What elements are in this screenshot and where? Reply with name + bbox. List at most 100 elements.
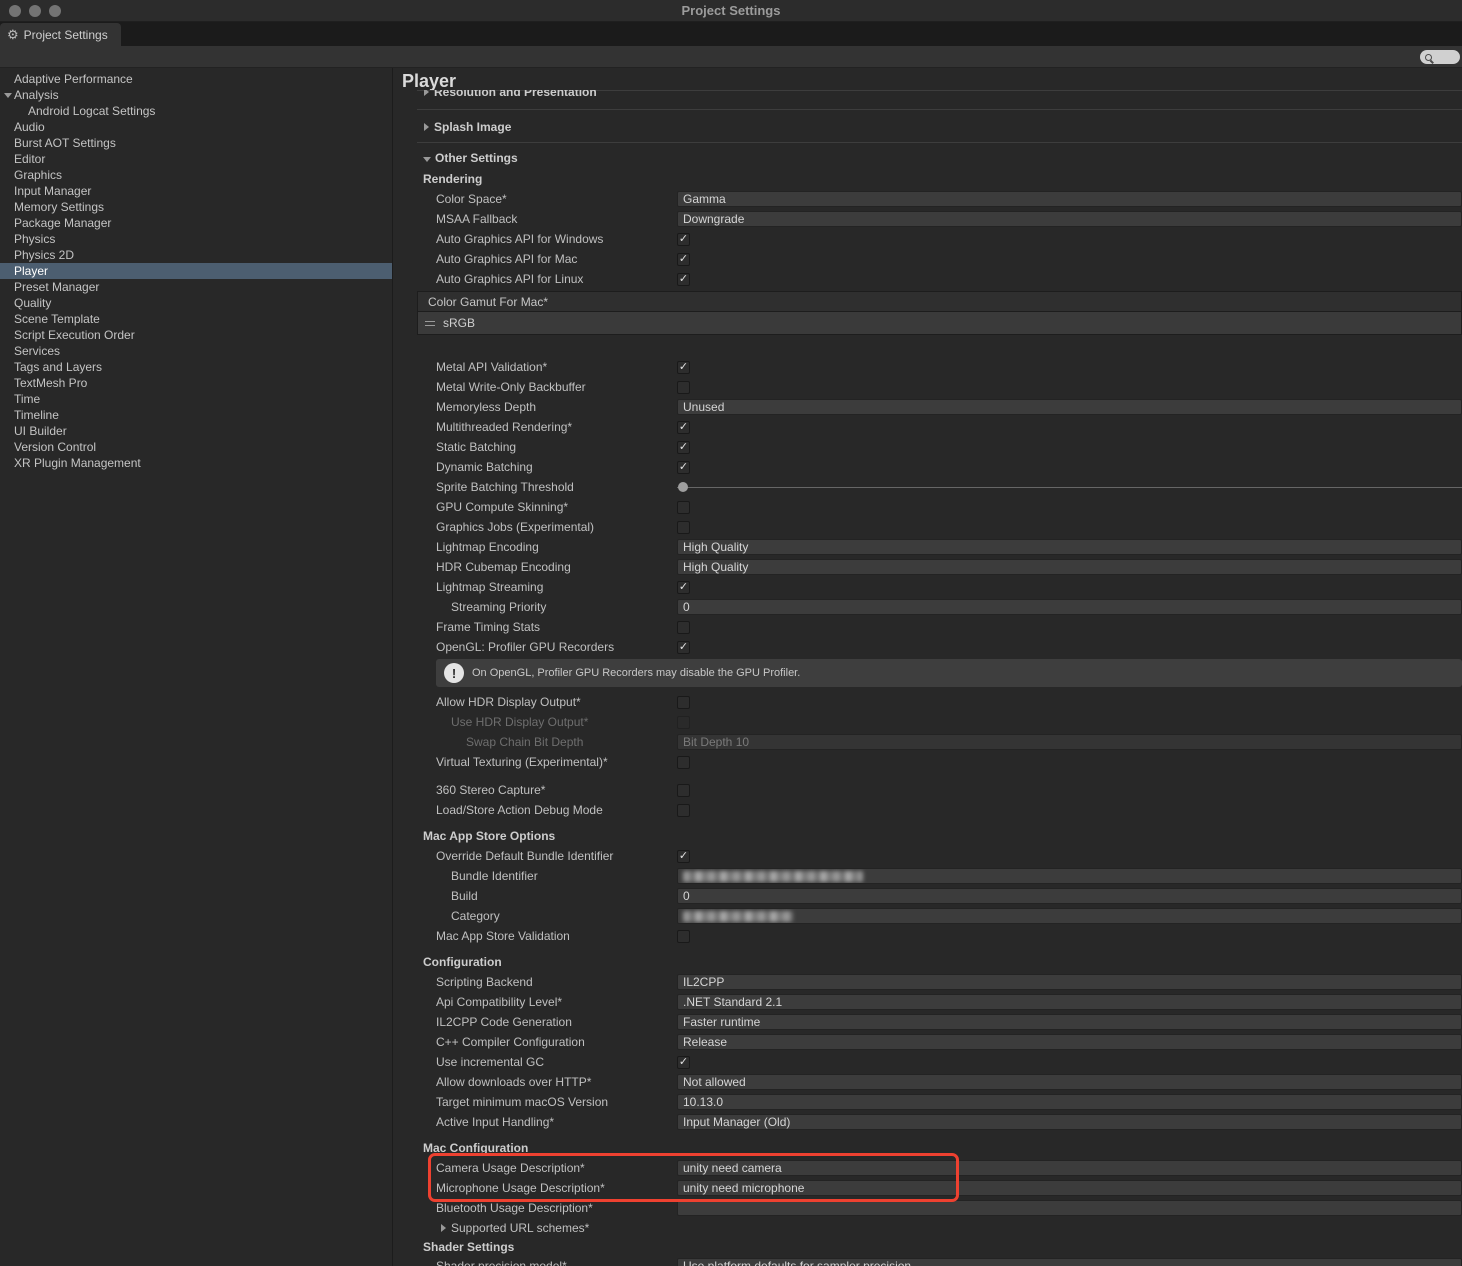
list-item-srgb[interactable]: sRGB <box>418 312 1461 334</box>
search-input[interactable] <box>1420 50 1460 64</box>
close-button[interactable] <box>9 5 21 17</box>
setting-label: Load/Store Action Debug Mode <box>436 803 677 817</box>
textfield-streaming-priority[interactable]: 0 <box>677 599 1462 615</box>
setting-control: Release <box>677 1034 1462 1050</box>
checkbox-override-default-bundle-identifier[interactable]: ✓ <box>677 850 690 863</box>
dropdown-lightmap-encoding[interactable]: High Quality <box>677 539 1462 555</box>
setting-label: Camera Usage Description* <box>436 1161 677 1175</box>
foldout-arrow-icon <box>441 1224 446 1232</box>
checkbox-gpu-compute-skinning[interactable] <box>677 501 690 514</box>
foldout-splash-image[interactable]: Splash Image <box>423 116 1462 138</box>
foldout-arrow-icon[interactable] <box>4 93 12 98</box>
drag-handle-icon[interactable] <box>425 321 435 326</box>
setting-control <box>677 716 1462 729</box>
dropdown-scripting-backend[interactable]: IL2CPP <box>677 974 1462 990</box>
setting-control: 0 <box>677 888 1462 904</box>
checkbox-dynamic-batching[interactable]: ✓ <box>677 461 690 474</box>
checkbox-metal-api-validation[interactable]: ✓ <box>677 361 690 374</box>
dropdown-color-space[interactable]: Gamma <box>677 191 1462 207</box>
foldout-resolution-and-presentation[interactable]: Resolution and Presentation <box>423 90 1462 103</box>
sidebar-item-label: Script Execution Order <box>14 328 135 342</box>
setting-row-gpu-compute-skinning: GPU Compute Skinning* <box>423 497 1462 517</box>
setting-label: GPU Compute Skinning* <box>436 500 677 514</box>
sidebar-item-timeline[interactable]: Timeline <box>0 407 392 423</box>
checkbox-opengl-profiler-gpu-recorders[interactable]: ✓ <box>677 641 690 654</box>
sidebar-item-player[interactable]: Player <box>0 263 392 279</box>
checkbox-multithreaded-rendering[interactable]: ✓ <box>677 421 690 434</box>
textfield-microphone-usage-description[interactable]: unity need microphone <box>677 1180 1462 1196</box>
slider-knob[interactable] <box>678 482 688 492</box>
sidebar-item-services[interactable]: Services <box>0 343 392 359</box>
checkbox-360-stereo-capture[interactable] <box>677 784 690 797</box>
checkbox-load-store-action-debug-mode[interactable] <box>677 804 690 817</box>
checkbox-auto-graphics-api-for-linux[interactable]: ✓ <box>677 273 690 286</box>
dropdown-msaa-fallback[interactable]: Downgrade <box>677 211 1462 227</box>
setting-control: ✓ <box>677 581 1462 594</box>
dropdown-api-compatibility-level[interactable]: .NET Standard 2.1 <box>677 994 1462 1010</box>
sidebar-item-xr-plugin-management[interactable]: XR Plugin Management <box>0 455 392 471</box>
dropdown-il2cpp-code-generation[interactable]: Faster runtime <box>677 1014 1462 1030</box>
textfield-camera-usage-description[interactable]: unity need camera <box>677 1160 1462 1176</box>
sidebar-item-tags-and-layers[interactable]: Tags and Layers <box>0 359 392 375</box>
textfield-category[interactable] <box>677 908 1462 924</box>
checkbox-use-hdr-display-output[interactable] <box>677 716 690 729</box>
checkbox-auto-graphics-api-for-windows[interactable]: ✓ <box>677 233 690 246</box>
sidebar-item-preset-manager[interactable]: Preset Manager <box>0 279 392 295</box>
checkbox-graphics-jobs-experimental[interactable] <box>677 521 690 534</box>
checkbox-lightmap-streaming[interactable]: ✓ <box>677 581 690 594</box>
sidebar-item-editor[interactable]: Editor <box>0 151 392 167</box>
dropdown-allow-downloads-over-http[interactable]: Not allowed <box>677 1074 1462 1090</box>
sidebar-item-ui-builder[interactable]: UI Builder <box>0 423 392 439</box>
sidebar-item-version-control[interactable]: Version Control <box>0 439 392 455</box>
sidebar-item-physics-2d[interactable]: Physics 2D <box>0 247 392 263</box>
textfield-bundle-identifier[interactable] <box>677 868 1462 884</box>
sidebar-item-package-manager[interactable]: Package Manager <box>0 215 392 231</box>
checkbox-static-batching[interactable]: ✓ <box>677 441 690 454</box>
checkbox-metal-write-only-backbuffer[interactable] <box>677 381 690 394</box>
dropdown-active-input-handling[interactable]: Input Manager (Old) <box>677 1114 1462 1130</box>
sidebar-item-label: Version Control <box>14 440 96 454</box>
setting-label: Active Input Handling* <box>436 1115 677 1129</box>
dropdown-memoryless-depth[interactable]: Unused <box>677 399 1462 415</box>
sidebar-item-quality[interactable]: Quality <box>0 295 392 311</box>
sidebar-item-adaptive-performance[interactable]: Adaptive Performance <box>0 71 392 87</box>
sidebar-item-input-manager[interactable]: Input Manager <box>0 183 392 199</box>
textfield-build[interactable]: 0 <box>677 888 1462 904</box>
sidebar-item-audio[interactable]: Audio <box>0 119 392 135</box>
sidebar-item-analysis[interactable]: Analysis <box>0 87 392 103</box>
sidebar-item-android-logcat-settings[interactable]: Android Logcat Settings <box>0 103 392 119</box>
sidebar-item-burst-aot-settings[interactable]: Burst AOT Settings <box>0 135 392 151</box>
dropdown-swap-chain-bit-depth[interactable]: Bit Depth 10 <box>677 734 1462 750</box>
zoom-button[interactable] <box>49 5 61 17</box>
checkbox-frame-timing-stats[interactable] <box>677 621 690 634</box>
checkbox-allow-hdr-display-output[interactable] <box>677 696 690 709</box>
setting-row-allow-hdr-display-output: Allow HDR Display Output* <box>423 692 1462 712</box>
dropdown-hdr-cubemap-encoding[interactable]: High Quality <box>677 559 1462 575</box>
slider-sprite-batching-threshold[interactable] <box>677 487 1462 488</box>
dropdown-c-compiler-configuration[interactable]: Release <box>677 1034 1462 1050</box>
setting-control <box>677 696 1462 709</box>
sidebar-item-scene-template[interactable]: Scene Template <box>0 311 392 327</box>
setting-control: 10.13.0 <box>677 1094 1462 1110</box>
checkbox-virtual-texturing-experimental[interactable] <box>677 756 690 769</box>
foldout-supported-url-schemes[interactable]: Supported URL schemes* <box>423 1218 1462 1238</box>
sidebar-item-memory-settings[interactable]: Memory Settings <box>0 199 392 215</box>
window-controls <box>0 5 61 17</box>
textfield-bluetooth-usage-description[interactable] <box>677 1200 1462 1216</box>
sidebar-item-script-execution-order[interactable]: Script Execution Order <box>0 327 392 343</box>
checkbox-use-incremental-gc[interactable]: ✓ <box>677 1056 690 1069</box>
dropdown-shader-precision-model[interactable]: Use platform defaults for sampler precis… <box>677 1258 1462 1266</box>
tab-project-settings[interactable]: ⚙ Project Settings <box>0 23 121 46</box>
sidebar-item-label: Android Logcat Settings <box>28 104 155 118</box>
foldout-other-settings[interactable]: Other Settings <box>423 147 1462 169</box>
sidebar-item-graphics[interactable]: Graphics <box>0 167 392 183</box>
setting-row-dynamic-batching: Dynamic Batching✓ <box>423 457 1462 477</box>
checkbox-mac-app-store-validation[interactable] <box>677 930 690 943</box>
sidebar-item-physics[interactable]: Physics <box>0 231 392 247</box>
sidebar-item-time[interactable]: Time <box>0 391 392 407</box>
checkbox-auto-graphics-api-for-mac[interactable]: ✓ <box>677 253 690 266</box>
sidebar-item-textmesh-pro[interactable]: TextMesh Pro <box>0 375 392 391</box>
textfield-target-minimum-macos-version[interactable]: 10.13.0 <box>677 1094 1462 1110</box>
minimize-button[interactable] <box>29 5 41 17</box>
textfield-value: 0 <box>683 889 690 903</box>
